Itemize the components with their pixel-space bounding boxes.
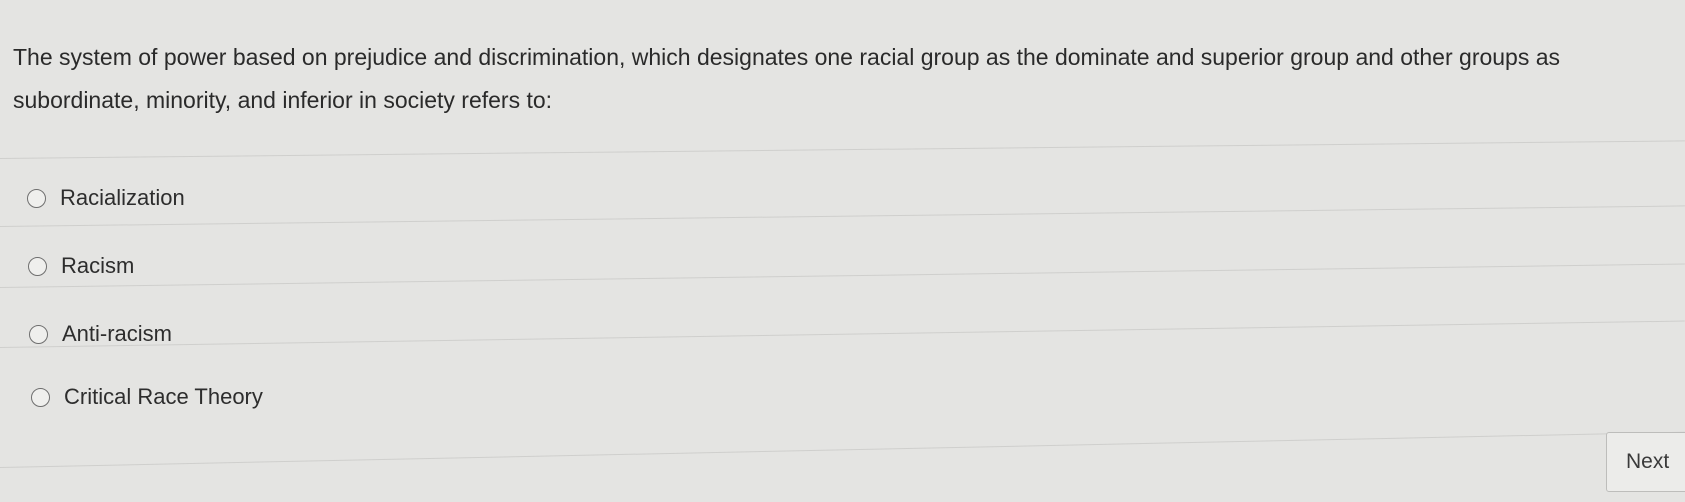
- divider: [0, 320, 1685, 348]
- divider: [0, 431, 1685, 468]
- answer-option-critical-race-theory[interactable]: Critical Race Theory: [31, 384, 263, 410]
- option-label: Racialization: [60, 185, 185, 210]
- option-label: Anti-racism: [62, 321, 173, 346]
- radio-button[interactable]: [28, 256, 47, 276]
- radio-button[interactable]: [27, 188, 46, 208]
- divider: [0, 263, 1685, 288]
- quiz-question-panel: The system of power based on prejudice a…: [0, 0, 1685, 502]
- option-label: Racism: [61, 253, 135, 278]
- answer-option-racialization[interactable]: Racialization: [27, 185, 185, 211]
- radio-button[interactable]: [29, 324, 48, 344]
- radio-button[interactable]: [31, 387, 50, 407]
- option-label: Critical Race Theory: [64, 384, 263, 409]
- answer-option-anti-racism[interactable]: Anti-racism: [29, 321, 172, 347]
- divider: [0, 140, 1685, 159]
- divider: [0, 205, 1685, 227]
- answer-option-racism[interactable]: Racism: [28, 253, 134, 279]
- next-button[interactable]: Next: [1606, 432, 1685, 492]
- question-text: The system of power based on prejudice a…: [13, 44, 1561, 113]
